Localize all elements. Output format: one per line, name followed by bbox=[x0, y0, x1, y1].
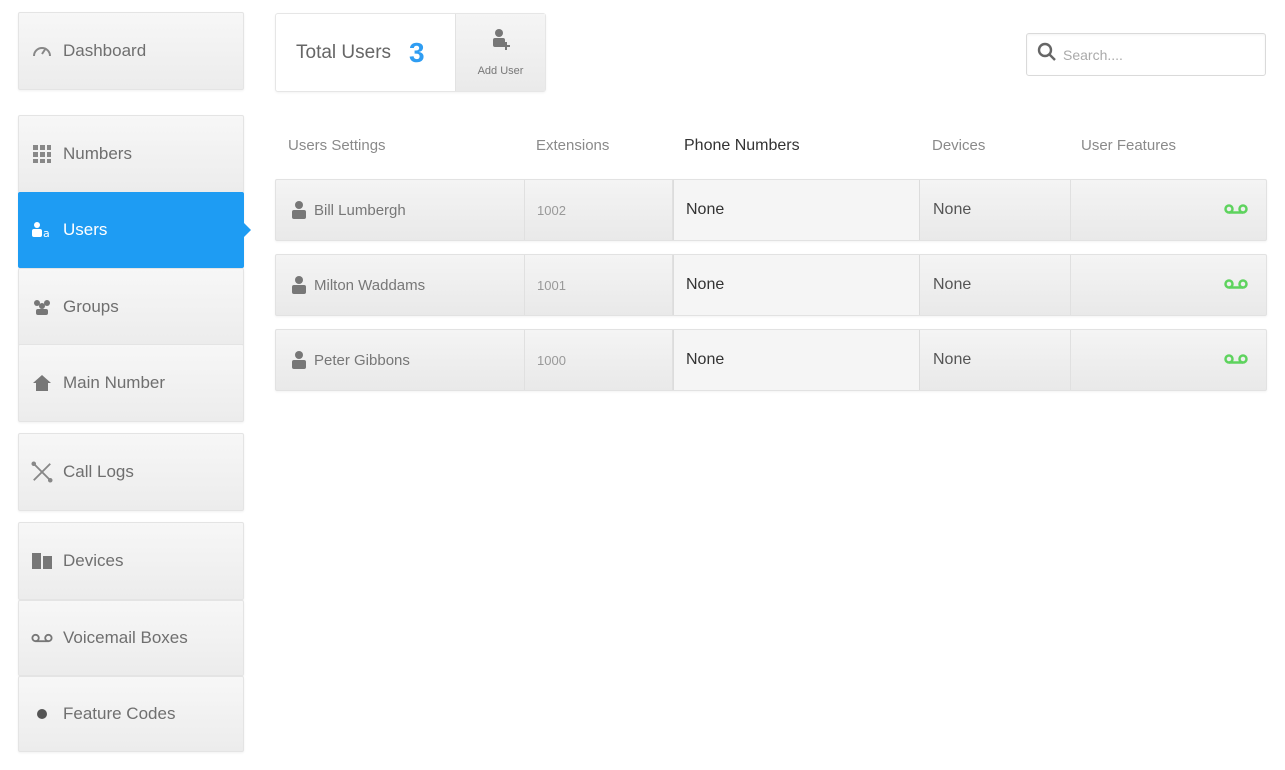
total-users-label: Total Users bbox=[296, 41, 392, 63]
sidebar-item-feature-codes[interactable]: Feature Codes bbox=[18, 676, 244, 752]
sidebar-item-label: Users bbox=[63, 220, 108, 239]
column-header-devices[interactable]: Devices bbox=[932, 137, 985, 154]
svg-text:a: a bbox=[43, 227, 50, 239]
user-icon bbox=[290, 275, 308, 295]
users-summary: Total Users 3 Add User bbox=[275, 13, 546, 92]
extension-cell: 1000 bbox=[525, 330, 673, 390]
column-header-users-settings[interactable]: Users Settings bbox=[288, 137, 386, 154]
user-features-cell bbox=[1071, 180, 1266, 240]
voicemail-icon[interactable] bbox=[1224, 352, 1248, 369]
user-settings-cell[interactable]: Bill Lumbergh bbox=[276, 180, 525, 240]
sidebar-item-label: Groups bbox=[63, 297, 119, 316]
column-header-extensions[interactable]: Extensions bbox=[536, 137, 609, 154]
phone-numbers-cell[interactable]: None bbox=[673, 255, 920, 315]
sidebar-item-label: Main Number bbox=[63, 373, 166, 392]
sidebar-item-devices[interactable]: Devices bbox=[18, 522, 244, 600]
sidebar-item-voicemail-boxes[interactable]: Voicemail Boxes bbox=[18, 600, 244, 676]
add-user-icon bbox=[490, 28, 512, 57]
sidebar-item-dashboard[interactable]: Dashboard bbox=[18, 12, 244, 90]
sidebar-item-label: Devices bbox=[63, 551, 124, 570]
search-icon bbox=[1037, 42, 1057, 67]
total-users-count: 3 bbox=[409, 36, 425, 68]
sidebar-item-call-logs[interactable]: Call Logs bbox=[18, 433, 244, 511]
voicemail-icon bbox=[31, 627, 53, 649]
extension-cell: 1001 bbox=[525, 255, 673, 315]
search-box bbox=[1026, 33, 1266, 76]
column-header-user-features[interactable]: User Features bbox=[1081, 137, 1176, 154]
voicemail-icon[interactable] bbox=[1224, 202, 1248, 219]
sidebar-item-label: Call Logs bbox=[63, 462, 134, 481]
user-features-cell bbox=[1071, 330, 1266, 390]
sidebar-item-label: Numbers bbox=[63, 144, 132, 163]
add-user-label: Add User bbox=[477, 65, 524, 77]
sidebar-item-main-number[interactable]: Main Number bbox=[18, 344, 244, 422]
voicemail-icon[interactable] bbox=[1224, 277, 1248, 294]
sidebar-item-users[interactable]: a Users bbox=[18, 192, 251, 268]
feature-codes-icon bbox=[31, 703, 53, 725]
home-icon bbox=[31, 372, 53, 394]
sidebar-item-label: Voicemail Boxes bbox=[63, 628, 188, 647]
dashboard-icon bbox=[31, 40, 53, 62]
user-name: Milton Waddams bbox=[314, 276, 426, 294]
user-settings-cell[interactable]: Peter Gibbons bbox=[276, 330, 525, 390]
user-name: Bill Lumbergh bbox=[314, 201, 406, 219]
devices-icon bbox=[31, 550, 53, 572]
add-user-button[interactable]: Add User bbox=[455, 14, 545, 91]
phone-numbers-cell[interactable]: None bbox=[673, 330, 920, 390]
phone-numbers-cell[interactable]: None bbox=[673, 180, 920, 240]
sidebar-item-label: Feature Codes bbox=[63, 704, 176, 723]
users-icon: a bbox=[31, 219, 53, 241]
user-icon bbox=[290, 350, 308, 370]
sidebar-item-label: Dashboard bbox=[63, 41, 147, 60]
devices-cell[interactable]: None bbox=[920, 330, 1071, 390]
devices-cell[interactable]: None bbox=[920, 255, 1071, 315]
total-users: Total Users 3 bbox=[276, 14, 455, 91]
user-name: Peter Gibbons bbox=[314, 351, 410, 369]
search-input[interactable] bbox=[1063, 46, 1253, 63]
table-row[interactable]: Bill Lumbergh 1002 None None bbox=[275, 179, 1267, 241]
user-icon bbox=[290, 200, 308, 220]
sidebar-item-numbers[interactable]: Numbers bbox=[18, 115, 244, 193]
user-features-cell bbox=[1071, 255, 1266, 315]
sidebar-item-groups[interactable]: Groups bbox=[18, 268, 244, 346]
groups-icon bbox=[31, 296, 53, 318]
user-settings-cell[interactable]: Milton Waddams bbox=[276, 255, 525, 315]
grid-icon bbox=[31, 143, 53, 165]
column-header-phone-numbers[interactable]: Phone Numbers bbox=[684, 137, 800, 155]
devices-cell[interactable]: None bbox=[920, 180, 1071, 240]
table-row[interactable]: Peter Gibbons 1000 None None bbox=[275, 329, 1267, 391]
extension-cell: 1002 bbox=[525, 180, 673, 240]
call-logs-icon bbox=[31, 461, 53, 483]
table-row[interactable]: Milton Waddams 1001 None None bbox=[275, 254, 1267, 316]
